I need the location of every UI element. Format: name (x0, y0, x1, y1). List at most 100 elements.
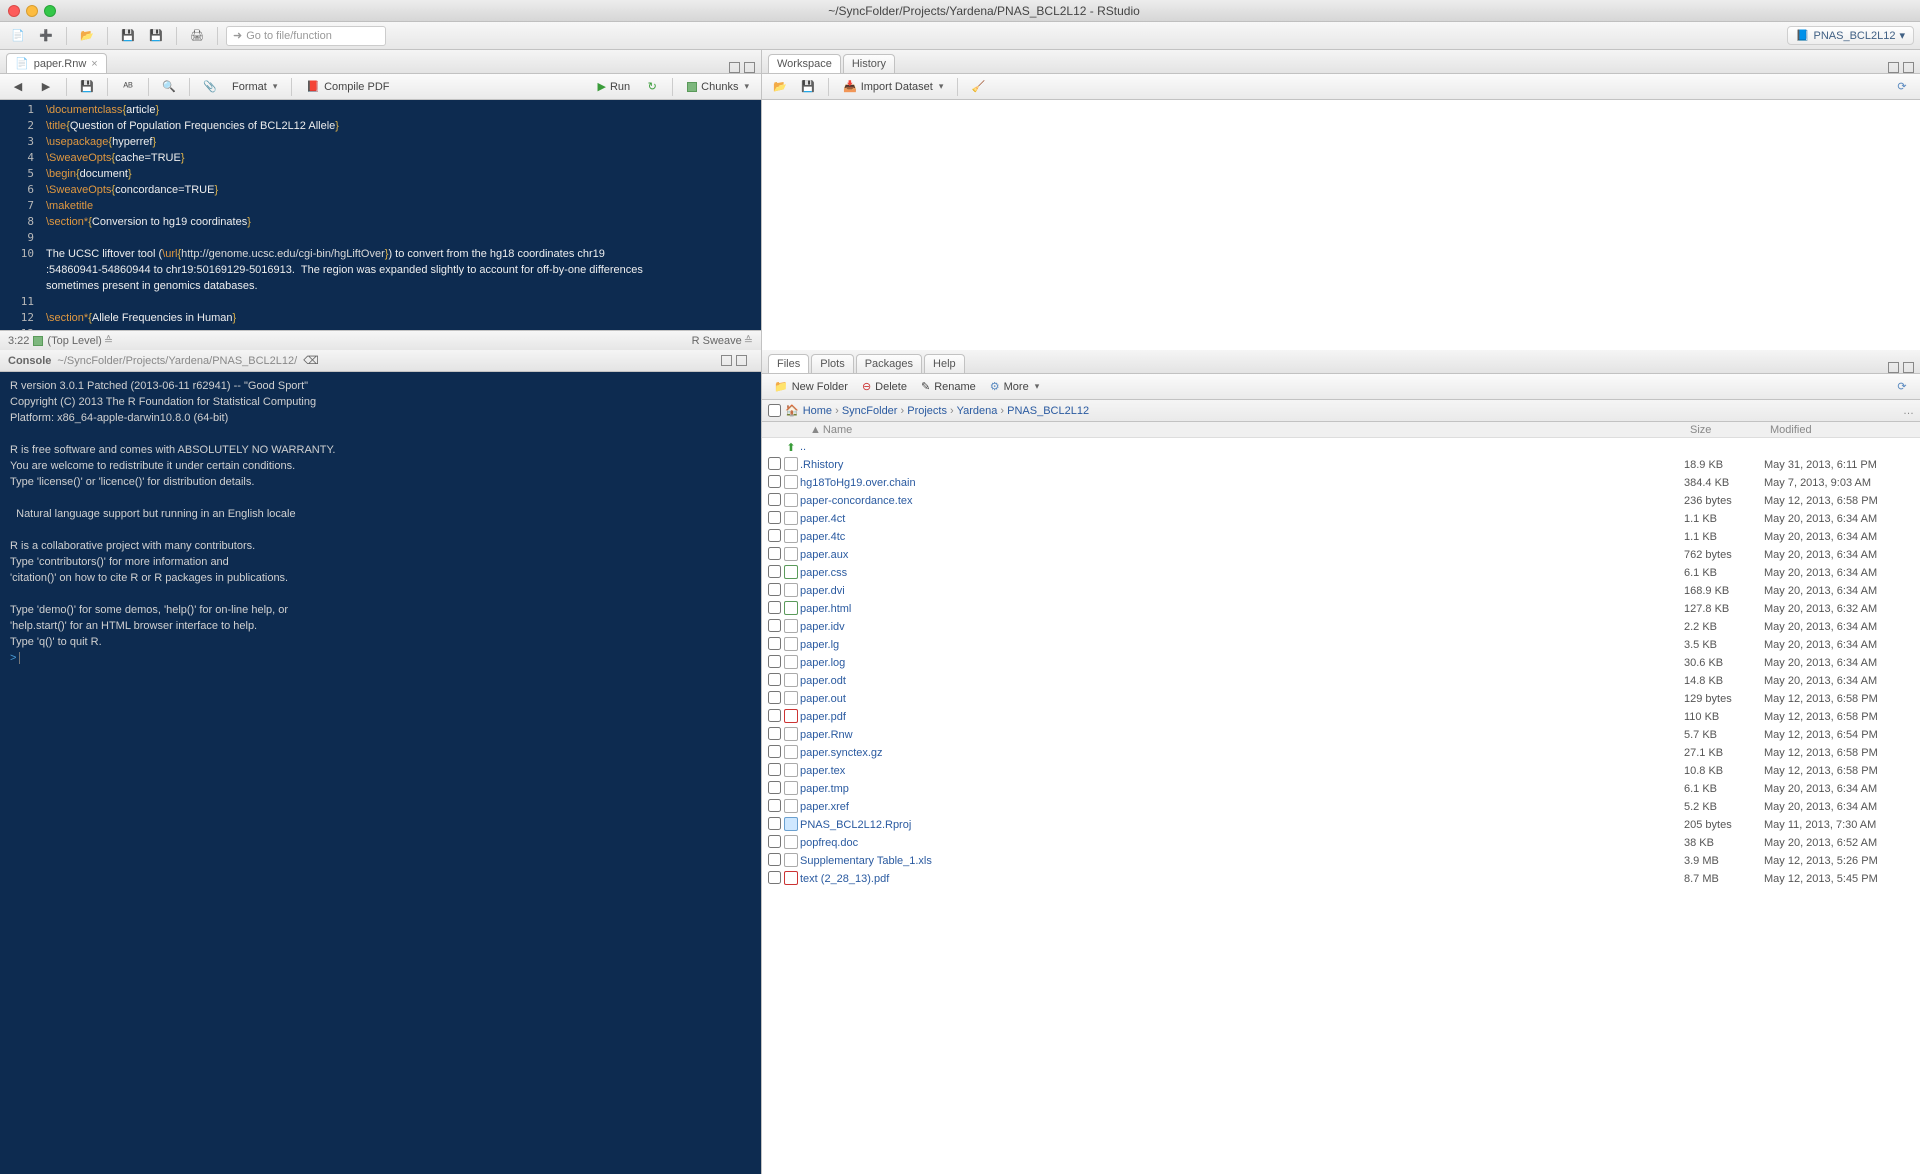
project-menu-button[interactable]: 📘 PNAS_BCL2L12 ▾ (1787, 26, 1914, 45)
tab-files[interactable]: Files (768, 354, 809, 373)
pane-maximize-icon[interactable] (736, 355, 747, 366)
file-checkbox[interactable] (768, 745, 781, 758)
format-menu[interactable]: Format (226, 79, 283, 95)
tab-plots[interactable]: Plots (811, 354, 853, 373)
file-row[interactable]: paper.odt14.8 KBMay 20, 2013, 6:34 AM (762, 672, 1920, 690)
file-checkbox[interactable] (768, 601, 781, 614)
file-checkbox[interactable] (768, 547, 781, 560)
source-editor[interactable]: 12345678910111213141516 \documentclass{a… (0, 100, 761, 330)
file-checkbox[interactable] (768, 781, 781, 794)
language-label[interactable]: R Sweave (692, 335, 742, 347)
file-checkbox[interactable] (768, 529, 781, 542)
file-row[interactable]: paper.4tc1.1 KBMay 20, 2013, 6:34 AM (762, 528, 1920, 546)
print-button[interactable]: 🖨 (185, 25, 209, 47)
refresh-files-button[interactable]: ⟳ (1890, 376, 1914, 398)
home-icon[interactable]: 🏠 (785, 404, 799, 417)
save-workspace-button[interactable]: 💾 (796, 76, 820, 98)
pane-minimize-icon[interactable] (729, 62, 740, 73)
file-checkbox[interactable] (768, 709, 781, 722)
file-name[interactable]: paper.synctex.gz (800, 747, 1684, 759)
file-name[interactable]: hg18ToHg19.over.chain (800, 477, 1684, 489)
console-tab[interactable]: Console (8, 355, 51, 367)
breadcrumb-item[interactable]: SyncFolder (842, 405, 898, 417)
parent-dir-row[interactable]: ⬆.. (762, 438, 1920, 456)
file-row[interactable]: paper.html127.8 KBMay 20, 2013, 6:32 AM (762, 600, 1920, 618)
knit-button[interactable]: 📎 (198, 76, 222, 98)
window-minimize-button[interactable] (26, 5, 38, 17)
more-menu[interactable]: ⚙More (984, 378, 1045, 395)
file-row[interactable]: .Rhistory18.9 KBMay 31, 2013, 6:11 PM (762, 456, 1920, 474)
clear-workspace-button[interactable]: 🧹 (966, 76, 990, 98)
load-workspace-button[interactable]: 📂 (768, 76, 792, 98)
file-name[interactable]: popfreq.doc (800, 837, 1684, 849)
pane-minimize-icon[interactable] (721, 355, 732, 366)
file-name[interactable]: paper.xref (800, 801, 1684, 813)
file-row[interactable]: paper.tex10.8 KBMay 12, 2013, 6:58 PM (762, 762, 1920, 780)
goto-file-function-input[interactable]: ➜Go to file/function (226, 26, 386, 46)
source-tab-paper-rnw[interactable]: 📄 paper.Rnw × (6, 53, 107, 73)
file-row[interactable]: paper.lg3.5 KBMay 20, 2013, 6:34 AM (762, 636, 1920, 654)
select-all-checkbox[interactable] (768, 404, 781, 417)
new-file-button[interactable]: 📄 (6, 25, 30, 47)
file-checkbox[interactable] (768, 763, 781, 776)
file-row[interactable]: PNAS_BCL2L12.Rproj205 bytesMay 11, 2013,… (762, 816, 1920, 834)
file-name[interactable]: text (2_28_13).pdf (800, 873, 1684, 885)
file-checkbox[interactable] (768, 835, 781, 848)
chunks-menu[interactable]: Chunks (681, 79, 755, 95)
spellcheck-button[interactable]: ᴬᴮ (116, 76, 140, 98)
file-checkbox[interactable] (768, 727, 781, 740)
file-checkbox[interactable] (768, 583, 781, 596)
file-row[interactable]: paper.out129 bytesMay 12, 2013, 6:58 PM (762, 690, 1920, 708)
file-row[interactable]: paper.synctex.gz27.1 KBMay 12, 2013, 6:5… (762, 744, 1920, 762)
file-name[interactable]: paper.aux (800, 549, 1684, 561)
breadcrumb-item[interactable]: Yardena (957, 405, 998, 417)
file-checkbox[interactable] (768, 511, 781, 524)
more-path-button[interactable]: … (1903, 405, 1914, 417)
breadcrumb-item[interactable]: PNAS_BCL2L12 (1007, 405, 1089, 417)
close-tab-icon[interactable]: × (91, 58, 97, 70)
forward-button[interactable]: ▶ (34, 76, 58, 98)
file-checkbox[interactable] (768, 871, 781, 884)
file-checkbox[interactable] (768, 493, 781, 506)
file-name[interactable]: paper.lg (800, 639, 1684, 651)
back-button[interactable]: ◀ (6, 76, 30, 98)
rename-button[interactable]: ✎Rename (915, 378, 982, 395)
file-name[interactable]: paper.4tc (800, 531, 1684, 543)
console-output[interactable]: R version 3.0.1 Patched (2013-06-11 r629… (0, 372, 761, 1174)
file-checkbox[interactable] (768, 817, 781, 830)
file-name[interactable]: paper.4ct (800, 513, 1684, 525)
new-project-button[interactable]: ➕ (34, 25, 58, 47)
file-row[interactable]: popfreq.doc38 KBMay 20, 2013, 6:52 AM (762, 834, 1920, 852)
file-row[interactable]: paper.pdf110 KBMay 12, 2013, 6:58 PM (762, 708, 1920, 726)
file-name[interactable]: paper.log (800, 657, 1684, 669)
file-checkbox[interactable] (768, 673, 781, 686)
file-checkbox[interactable] (768, 565, 781, 578)
pane-maximize-icon[interactable] (744, 62, 755, 73)
file-row[interactable]: paper.Rnw5.7 KBMay 12, 2013, 6:54 PM (762, 726, 1920, 744)
file-row[interactable]: paper.xref5.2 KBMay 20, 2013, 6:34 AM (762, 798, 1920, 816)
tab-history[interactable]: History (843, 54, 895, 73)
import-dataset-menu[interactable]: 📥 Import Dataset (837, 78, 949, 95)
file-list-header[interactable]: ▲Name Size Modified (762, 422, 1920, 438)
file-row[interactable]: paper.css6.1 KBMay 20, 2013, 6:34 AM (762, 564, 1920, 582)
code-area[interactable]: \documentclass{article}\title{Question o… (40, 100, 761, 330)
delete-button[interactable]: ⊖Delete (856, 378, 913, 395)
file-name[interactable]: PNAS_BCL2L12.Rproj (800, 819, 1684, 831)
open-file-button[interactable]: 📂 (75, 25, 99, 47)
file-name[interactable]: paper.idv (800, 621, 1684, 633)
file-row[interactable]: text (2_28_13).pdf8.7 MBMay 12, 2013, 5:… (762, 870, 1920, 888)
tab-packages[interactable]: Packages (856, 354, 922, 373)
rerun-button[interactable]: ↻ (640, 76, 664, 98)
file-name[interactable]: .Rhistory (800, 459, 1684, 471)
scope-label[interactable]: (Top Level) (47, 335, 101, 347)
file-name[interactable]: paper.tex (800, 765, 1684, 777)
breadcrumb-item[interactable]: Projects (907, 405, 947, 417)
file-row[interactable]: paper.aux762 bytesMay 20, 2013, 6:34 AM (762, 546, 1920, 564)
file-checkbox[interactable] (768, 457, 781, 470)
file-name[interactable]: paper.tmp (800, 783, 1684, 795)
file-name[interactable]: paper.dvi (800, 585, 1684, 597)
file-row[interactable]: paper.idv2.2 KBMay 20, 2013, 6:34 AM (762, 618, 1920, 636)
pane-maximize-icon[interactable] (1903, 62, 1914, 73)
file-checkbox[interactable] (768, 655, 781, 668)
file-checkbox[interactable] (768, 691, 781, 704)
